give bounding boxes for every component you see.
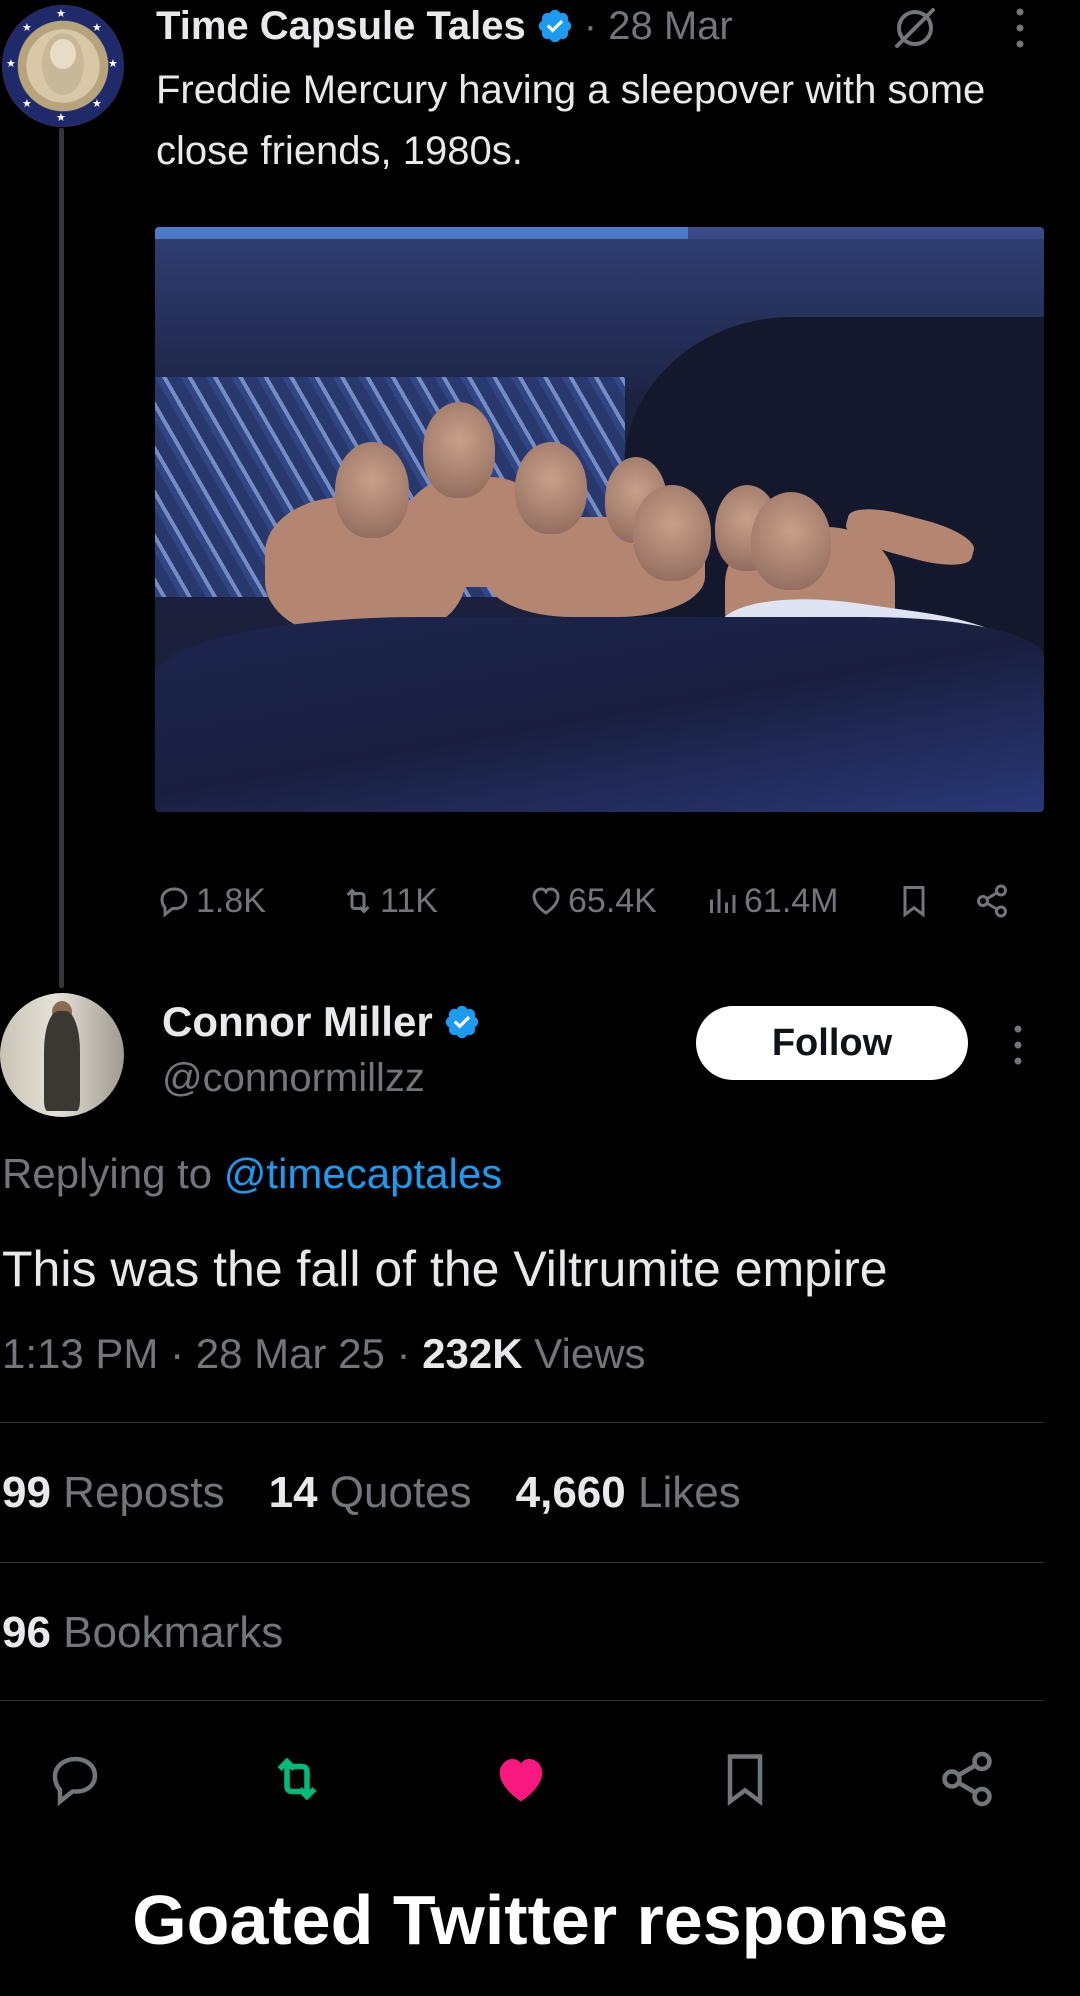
reply-action-bar	[0, 1744, 1080, 1814]
views-count: 61.4M	[744, 881, 839, 920]
like-icon	[532, 887, 560, 915]
original-tweet[interactable]: Time Capsule Tales · 28 Mar Freddie Merc…	[156, 0, 1036, 182]
share-icon	[942, 1751, 992, 1807]
like-icon	[499, 1759, 543, 1802]
likes-stat[interactable]: 4,660 Likes	[516, 1468, 741, 1518]
views-icon	[710, 889, 736, 913]
repost-button[interactable]	[262, 1744, 332, 1814]
reply-icon	[52, 1756, 98, 1807]
divider	[0, 1422, 1044, 1423]
bookmark-icon	[727, 1754, 763, 1806]
tweet-time[interactable]: · 28 Mar	[584, 4, 733, 49]
reply-author-name-row: Connor Miller	[162, 998, 481, 1046]
bookmarks-stat[interactable]: 96 Bookmarks	[2, 1608, 283, 1658]
thread-connector-line	[59, 128, 64, 988]
reply-views-count: 232K	[422, 1330, 523, 1377]
reply-icon	[160, 887, 188, 918]
tweet-photo[interactable]	[155, 227, 1044, 812]
reply-button[interactable]: 1.8K	[156, 875, 266, 927]
tweet-text: Freddie Mercury having a sleepover with …	[156, 68, 986, 173]
reply-timestamp[interactable]: 1:13 PM · 28 Mar 25 ·	[2, 1330, 422, 1377]
replying-mention-link[interactable]: @timecaptales	[224, 1150, 502, 1197]
divider	[0, 1562, 1044, 1563]
bookmark-button[interactable]	[896, 875, 936, 927]
grok-icon[interactable]	[891, 4, 939, 52]
quotes-stat[interactable]: 14 Quotes	[269, 1468, 472, 1518]
replying-to: Replying to @timecaptales	[2, 1150, 503, 1197]
divider	[0, 1700, 1044, 1701]
reply-author-avatar[interactable]	[0, 993, 124, 1117]
reply-button[interactable]	[40, 1744, 110, 1814]
reply-count: 1.8K	[196, 881, 266, 920]
bookmark-button[interactable]	[710, 1744, 780, 1814]
author-avatar[interactable]: ★ ★ ★ ★ ★ ★ ★ ★	[2, 5, 124, 127]
share-button[interactable]	[932, 1744, 1002, 1814]
author-name[interactable]: Time Capsule Tales	[156, 4, 526, 49]
share-button[interactable]	[974, 875, 1014, 927]
like-button[interactable]: 65.4K	[528, 875, 657, 927]
more-icon[interactable]	[1009, 1023, 1027, 1067]
like-button[interactable]	[486, 1744, 556, 1814]
reply-author-handle[interactable]: @connormillzz	[162, 1056, 425, 1101]
repost-icon	[346, 888, 370, 914]
reply-stats-row: 99 Reposts 14 Quotes 4,660 Likes	[2, 1468, 785, 1518]
repost-count: 11K	[380, 881, 438, 920]
share-icon	[977, 884, 1007, 918]
bookmark-icon	[903, 886, 925, 918]
repost-button[interactable]: 11K	[340, 875, 438, 927]
reply-meta: 1:13 PM · 28 Mar 25 · 232K Views	[2, 1330, 646, 1377]
repost-icon	[277, 1757, 317, 1801]
reposts-stat[interactable]: 99 Reposts	[2, 1468, 225, 1518]
meme-caption: Goated Twitter response	[132, 1881, 948, 1959]
reply-author-name[interactable]: Connor Miller	[162, 998, 433, 1046]
follow-button[interactable]: Follow	[696, 1006, 968, 1080]
verified-badge-icon	[445, 1005, 478, 1039]
verified-badge-icon	[538, 9, 572, 43]
reply-text: This was the fall of the Viltrumite empi…	[2, 1241, 888, 1297]
tweet-action-bar: 1.8K 11K 65.4K 61.4M	[156, 875, 1026, 927]
like-count: 65.4K	[568, 881, 657, 920]
more-icon[interactable]	[1011, 6, 1029, 50]
views-button[interactable]: 61.4M	[704, 875, 839, 927]
